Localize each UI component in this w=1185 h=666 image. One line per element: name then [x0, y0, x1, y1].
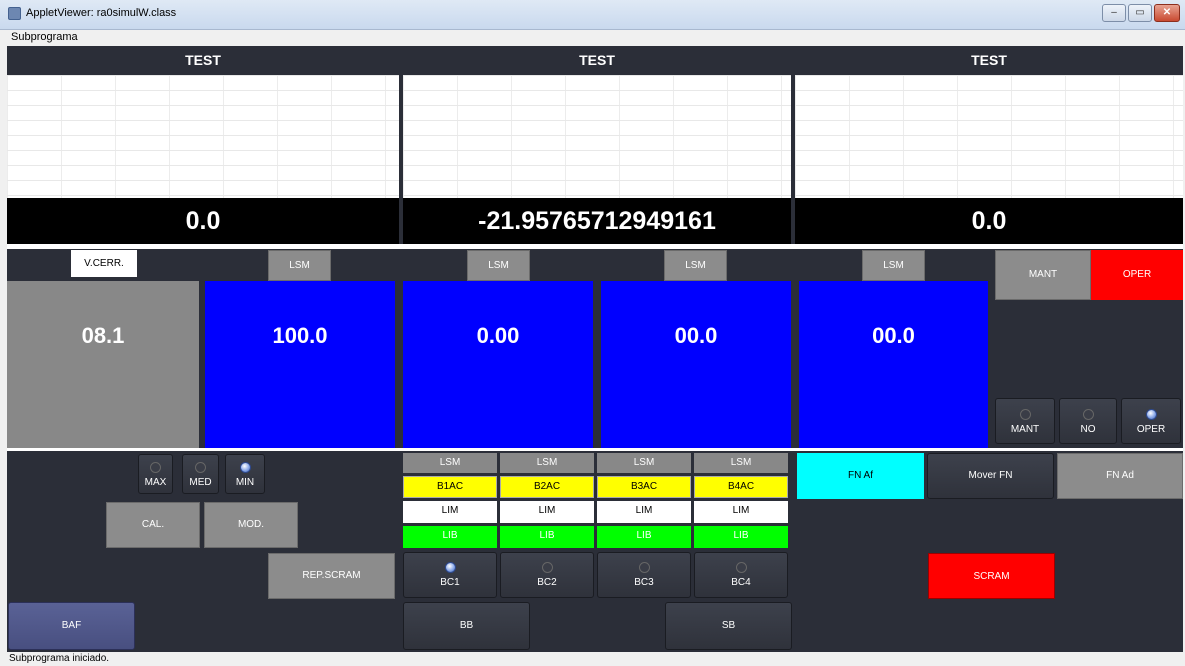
minimize-button[interactable]: –: [1102, 4, 1126, 22]
bar-3-lim: LIM: [597, 501, 691, 523]
bc2-radio[interactable]: BC2: [500, 552, 594, 598]
bar-1-lim: LIM: [403, 501, 497, 523]
applet-area: TEST 0.0 TEST -21.95765712949161 TEST 0.…: [7, 46, 1183, 652]
oper-radio[interactable]: OPER: [1121, 398, 1181, 444]
panel-1-title: TEST: [7, 46, 399, 75]
radio-icon: [1019, 409, 1031, 420]
status-bar: Subprograma iniciado.: [0, 652, 1185, 666]
bc3-label: BC3: [634, 577, 654, 588]
java-app-icon: [8, 7, 21, 20]
bar-1-lsm[interactable]: LSM: [403, 453, 497, 473]
radio-icon: [735, 562, 747, 573]
med-radio[interactable]: MED: [182, 454, 219, 494]
bc3-radio[interactable]: BC3: [597, 552, 691, 598]
oper-button[interactable]: OPER: [1091, 250, 1183, 300]
vcerr-label: V.CERR.: [71, 250, 137, 277]
bar-3-lib: LIB: [597, 526, 691, 548]
mant-radio[interactable]: MANT: [995, 398, 1055, 444]
lsm-button-4[interactable]: LSM: [862, 250, 925, 281]
fn-af-button[interactable]: FN Af: [797, 453, 924, 499]
panel-3-title: TEST: [795, 46, 1183, 75]
bar-3-lsm[interactable]: LSM: [597, 453, 691, 473]
oper-radio-label: OPER: [1136, 424, 1166, 435]
blue-value-4: 00.0: [799, 281, 988, 448]
scram-button[interactable]: SCRAM: [928, 553, 1055, 599]
bc4-label: BC4: [731, 577, 751, 588]
bc1-label: BC1: [440, 577, 460, 588]
baf-button[interactable]: BAF: [8, 602, 135, 650]
rep-scram-button[interactable]: REP.SCRAM: [268, 553, 395, 599]
fn-ad-button[interactable]: FN Ad: [1057, 453, 1183, 499]
panel-3-readout: 0.0: [795, 198, 1183, 244]
bc4-radio[interactable]: BC4: [694, 552, 788, 598]
max-radio[interactable]: MAX: [138, 454, 173, 494]
panel-2-readout: -21.95765712949161: [403, 198, 791, 244]
radio-selected-icon: [444, 562, 456, 573]
radio-icon: [541, 562, 553, 573]
radio-selected-icon: [239, 462, 251, 473]
mover-fn-button[interactable]: Mover FN: [927, 453, 1054, 499]
status-text: Subprograma iniciado.: [9, 653, 110, 664]
maximize-button[interactable]: ▭: [1128, 4, 1152, 22]
bar-1-lib: LIB: [403, 526, 497, 548]
section-divider: [7, 448, 1183, 451]
bc1-radio[interactable]: BC1: [403, 552, 497, 598]
window-titlebar: AppletViewer: ra0simulW.class – ▭ ✕: [0, 0, 1185, 30]
bar-2-lib: LIB: [500, 526, 594, 548]
bar-2-ac: B2AC: [500, 476, 594, 498]
panel-2-title: TEST: [403, 46, 791, 75]
bb-button[interactable]: BB: [403, 602, 530, 650]
panel-1-readout: 0.0: [7, 198, 399, 244]
bar-4-lsm[interactable]: LSM: [694, 453, 788, 473]
blue-value-1: 100.0: [205, 281, 395, 448]
no-radio-label: NO: [1080, 424, 1096, 435]
min-radio[interactable]: MIN: [225, 454, 265, 494]
min-radio-label: MIN: [235, 477, 255, 488]
med-radio-label: MED: [189, 477, 212, 488]
blue-value-3: 00.0: [601, 281, 791, 448]
cal-button[interactable]: CAL.: [106, 502, 200, 548]
radio-icon: [638, 562, 650, 573]
mant-button[interactable]: MANT: [995, 250, 1091, 300]
panel-2-graph: [403, 75, 791, 198]
bar-4-ac: B4AC: [694, 476, 788, 498]
lsm-button-1[interactable]: LSM: [268, 250, 331, 281]
window-title: AppletViewer: ra0simulW.class: [26, 7, 177, 19]
radio-selected-icon: [1145, 409, 1157, 420]
vcerr-value: 08.1: [7, 281, 199, 448]
bar-2-lsm[interactable]: LSM: [500, 453, 594, 473]
mant-radio-label: MANT: [1010, 424, 1040, 435]
panel-1-graph: [7, 75, 399, 198]
sb-button[interactable]: SB: [665, 602, 792, 650]
bc2-label: BC2: [537, 577, 557, 588]
radio-icon: [1082, 409, 1094, 420]
radio-icon: [150, 462, 161, 473]
bar-4-lib: LIB: [694, 526, 788, 548]
panel-3-graph: [795, 75, 1183, 198]
bar-1-ac: B1AC: [403, 476, 497, 498]
lsm-button-2[interactable]: LSM: [467, 250, 530, 281]
lsm-button-3[interactable]: LSM: [664, 250, 727, 281]
radio-icon: [195, 462, 206, 473]
close-button[interactable]: ✕: [1154, 4, 1180, 22]
blue-value-2: 0.00: [403, 281, 593, 448]
max-radio-label: MAX: [144, 477, 167, 488]
bar-3-ac: B3AC: [597, 476, 691, 498]
bar-2-lim: LIM: [500, 501, 594, 523]
no-radio[interactable]: NO: [1059, 398, 1117, 444]
section-divider: [7, 244, 1183, 249]
mod-button[interactable]: MOD.: [204, 502, 298, 548]
menu-bar: Subprograma: [0, 30, 1185, 46]
menu-subprograma[interactable]: Subprograma: [11, 31, 78, 43]
bar-4-lim: LIM: [694, 501, 788, 523]
